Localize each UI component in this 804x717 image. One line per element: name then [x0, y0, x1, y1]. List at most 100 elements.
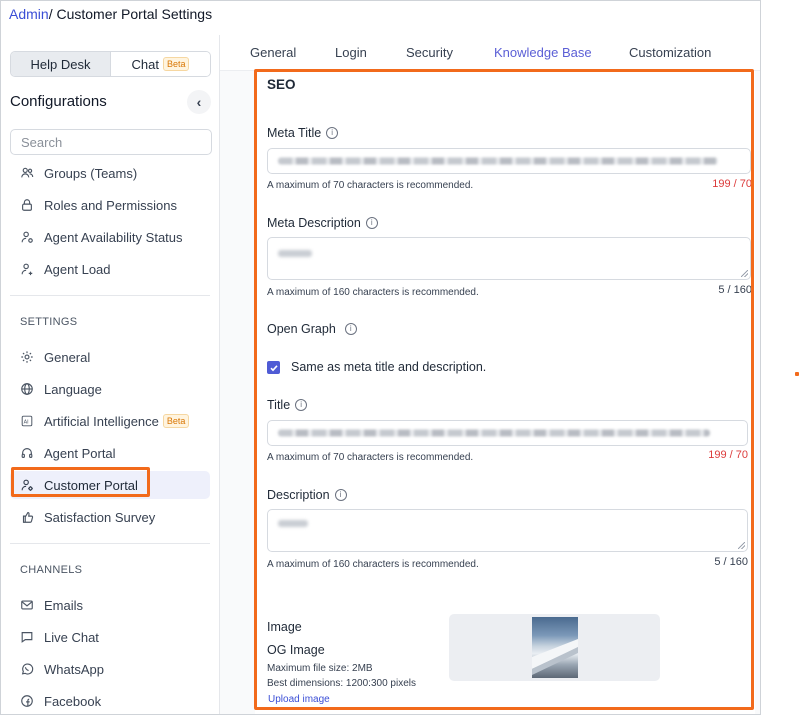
sidebar-item-label: Agent Availability Status — [44, 229, 183, 245]
redacted-text — [278, 429, 710, 437]
og-description-hint: A maximum of 160 characters is recommend… — [267, 559, 479, 570]
og-image-thumbnail — [532, 617, 578, 678]
upload-image-link[interactable]: Upload image — [268, 694, 330, 705]
breadcrumb: Admin/ Customer Portal Settings — [9, 6, 212, 22]
og-title-input[interactable] — [267, 420, 748, 446]
airplane-wing-image — [532, 639, 578, 675]
breadcrumb-current: Customer Portal Settings — [56, 6, 213, 22]
info-icon[interactable]: i — [334, 489, 347, 501]
meta-title-counter: 199 / 70 — [712, 178, 752, 190]
meta-description-label: Meta Description i — [267, 216, 378, 230]
chat-segment[interactable]: Chat Beta — [111, 52, 210, 76]
chat-icon — [20, 630, 34, 644]
breadcrumb-admin-link[interactable]: Admin — [9, 6, 49, 22]
open-graph-label: Open Graph i — [267, 322, 357, 336]
same-as-meta-checkbox[interactable] — [267, 361, 280, 374]
helpdesk-segment[interactable]: Help Desk — [11, 52, 111, 76]
sidebar: Help Desk ChatBeta Configurations ‹ Grou… — [1, 35, 220, 714]
settings-section-label: SETTINGS — [20, 316, 78, 328]
chevron-left-icon: ‹ — [196, 94, 202, 110]
meta-title-input[interactable] — [267, 148, 751, 174]
chat-segment-label: Chat — [131, 56, 159, 72]
tab-customization[interactable]: Customization — [629, 45, 711, 60]
sidebar-item-agent-portal[interactable]: Agent Portal — [10, 439, 210, 467]
og-description-label-text: Description — [267, 488, 330, 502]
lock-icon — [20, 198, 34, 212]
meta-description-counter: 5 / 160 — [718, 284, 752, 296]
sidebar-item-whatsapp[interactable]: WhatsApp — [10, 655, 210, 683]
survey-icon — [20, 510, 34, 524]
seo-heading: SEO — [267, 77, 296, 92]
sidebar-item-groups[interactable]: Groups (Teams) — [10, 159, 210, 187]
info-icon[interactable]: i — [344, 323, 357, 335]
headset-icon — [20, 446, 34, 460]
sidebar-item-label: Satisfaction Survey — [44, 509, 156, 525]
sidebar-item-label: Roles and Permissions — [44, 197, 177, 213]
beta-badge: Beta — [162, 57, 190, 71]
helpdesk-segment-label: Help Desk — [30, 56, 91, 72]
og-description-label: Description i — [267, 488, 347, 502]
redacted-text — [278, 157, 718, 165]
sidebar-item-label: Language — [44, 381, 102, 397]
meta-description-hint: A maximum of 160 characters is recommend… — [267, 287, 479, 298]
product-switcher: Help Desk Chat Beta — [10, 51, 211, 77]
sidebar-item-facebook[interactable]: Facebook — [10, 687, 210, 714]
image-label: Image — [267, 620, 302, 634]
sidebar-item-roles[interactable]: Roles and Permissions — [10, 191, 210, 219]
tab-login[interactable]: Login — [335, 45, 367, 60]
sidebar-item-agent-load[interactable]: Agent Load — [10, 255, 210, 283]
og-title-counter: 199 / 70 — [708, 449, 748, 461]
user-status-icon — [20, 230, 34, 244]
redacted-text — [278, 520, 308, 527]
same-as-meta-label[interactable]: Same as meta title and description. — [291, 360, 486, 374]
og-image-max-size: Maximum file size: 2MB — [267, 663, 373, 674]
sidebar-item-label: Artificial Intelligence — [44, 413, 159, 429]
open-graph-label-text: Open Graph — [267, 322, 336, 336]
sidebar-item-agent-availability[interactable]: Agent Availability Status — [10, 223, 210, 251]
ai-icon: AI — [20, 414, 34, 428]
highlight-box-customer-portal — [11, 467, 150, 497]
sidebar-item-emails[interactable]: Emails — [10, 591, 210, 619]
sidebar-item-ai[interactable]: AI Artificial Intelligence Beta — [10, 407, 210, 435]
sidebar-item-label: WhatsApp — [44, 661, 104, 677]
sidebar-item-live-chat[interactable]: Live Chat — [10, 623, 210, 651]
sidebar-item-label: Agent Load — [44, 261, 111, 277]
user-load-icon — [20, 262, 34, 276]
redacted-text — [278, 250, 312, 257]
users-icon — [20, 166, 34, 180]
og-image-dimensions: Best dimensions: 1200:300 pixels — [267, 678, 416, 689]
sidebar-item-general[interactable]: General — [10, 343, 210, 371]
resize-handle[interactable] — [741, 270, 748, 277]
tab-knowledge-base[interactable]: Knowledge Base — [494, 45, 592, 60]
top-bar: Admin/ Customer Portal Settings — [1, 1, 760, 35]
tab-general[interactable]: General — [250, 45, 296, 60]
facebook-icon — [20, 694, 34, 708]
beta-badge: Beta — [162, 414, 190, 428]
search-input[interactable] — [10, 129, 212, 155]
svg-text:AI: AI — [24, 419, 29, 425]
info-icon[interactable]: i — [326, 127, 339, 139]
info-icon[interactable]: i — [295, 399, 308, 411]
meta-title-hint: A maximum of 70 characters is recommende… — [267, 180, 474, 191]
og-image-preview-area[interactable] — [449, 614, 660, 681]
app-window: Admin/ Customer Portal Settings Help Des… — [0, 0, 761, 715]
whatsapp-icon — [20, 662, 34, 676]
configurations-title: Configurations — [10, 93, 107, 110]
collapse-sidebar-button[interactable]: ‹ — [187, 90, 211, 114]
og-title-label-text: Title — [267, 398, 291, 412]
meta-title-label: Meta Title i — [267, 126, 339, 140]
info-icon[interactable]: i — [365, 217, 378, 229]
meta-description-textarea[interactable] — [267, 237, 751, 280]
og-image-label: OG Image — [267, 643, 325, 657]
sidebar-item-language[interactable]: Language — [10, 375, 210, 403]
tab-security[interactable]: Security — [406, 45, 453, 60]
sidebar-divider — [10, 295, 210, 296]
og-description-textarea[interactable] — [267, 509, 748, 552]
mail-icon — [20, 598, 34, 612]
sidebar-item-label: Agent Portal — [44, 445, 116, 461]
sidebar-item-label: General — [44, 349, 91, 365]
og-title-hint: A maximum of 70 characters is recommende… — [267, 452, 474, 463]
resize-handle[interactable] — [738, 542, 745, 549]
sidebar-item-satisfaction-survey[interactable]: Satisfaction Survey — [10, 503, 210, 531]
sidebar-divider — [10, 543, 210, 544]
